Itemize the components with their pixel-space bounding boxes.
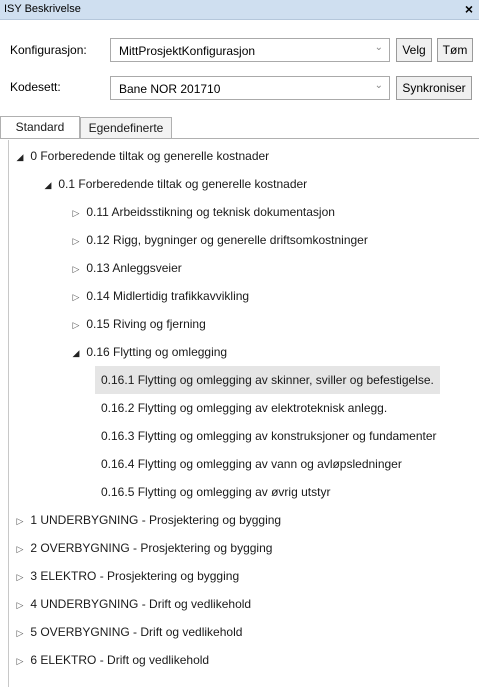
- tree-item-label: 0.14 Midlertidig trafikkavvikling: [86, 289, 250, 303]
- konfig-value: MittProsjektKonfigurasjon: [119, 44, 256, 58]
- tree-item[interactable]: 0.16.1 Flytting og omlegging av skinner,…: [95, 366, 440, 394]
- tree-item-label: 0.13 Anleggsveier: [86, 261, 182, 275]
- konfig-combo[interactable]: MittProsjektKonfigurasjon ⌄: [110, 38, 390, 62]
- expanded-arrow-icon[interactable]: ◢: [13, 143, 27, 171]
- tab-egendefinerte[interactable]: Egendefinerte: [80, 117, 172, 139]
- collapsed-arrow-icon[interactable]: ▷: [69, 227, 83, 255]
- tree-item-label: 2 OVERBYGNING - Prosjektering og bygging: [30, 541, 273, 555]
- chevron-down-icon: ⌄: [374, 42, 383, 53]
- tree-item[interactable]: ◢ 0.1 Forberedende tiltak og generelle k…: [41, 170, 308, 199]
- title-bar: ISY Beskrivelse ×: [0, 0, 479, 20]
- window-title: ISY Beskrivelse: [4, 3, 81, 15]
- tree-item-label: 5 OVERBYGNING - Drift og vedlikehold: [30, 625, 243, 639]
- tree-item-label: 3 ELEKTRO - Prosjektering og bygging: [30, 569, 240, 583]
- tree-item-label: 0.12 Rigg, bygninger og generelle drifts…: [86, 233, 368, 247]
- collapsed-arrow-icon[interactable]: ▷: [13, 647, 27, 675]
- tree-item[interactable]: ▷ 1 UNDERBYGNING - Prosjektering og bygg…: [13, 506, 282, 535]
- collapsed-arrow-icon[interactable]: ▷: [13, 591, 27, 619]
- synkroniser-button[interactable]: Synkroniser: [396, 76, 472, 100]
- tree-item[interactable]: ▷ 5 OVERBYGNING - Drift og vedlikehold: [13, 618, 243, 647]
- tab-divider: [0, 138, 479, 139]
- collapsed-arrow-icon[interactable]: ▷: [13, 619, 27, 647]
- tree-item-label: 4 UNDERBYGNING - Drift og vedlikehold: [30, 597, 252, 611]
- collapsed-arrow-icon[interactable]: ▷: [69, 199, 83, 227]
- tree-item-label: 0.1 Forberedende tiltak og generelle kos…: [58, 177, 308, 191]
- tom-button[interactable]: Tøm: [437, 38, 473, 62]
- kodesett-value: Bane NOR 201710: [119, 82, 221, 96]
- tree-item-label: 1 UNDERBYGNING - Prosjektering og byggin…: [30, 513, 282, 527]
- tree-item[interactable]: ▷ 0.12 Rigg, bygninger og generelle drif…: [69, 226, 368, 254]
- tree-item-label: 0.16 Flytting og omlegging: [86, 345, 228, 359]
- tree-item[interactable]: ▷ 0.15 Riving og fjerning: [69, 310, 206, 338]
- close-icon[interactable]: ×: [465, 1, 473, 17]
- konfig-label: Konfigurasjon:: [10, 43, 87, 57]
- tree-item[interactable]: 0.16.5 Flytting og omlegging av øvrig ut…: [101, 478, 330, 506]
- tree-item[interactable]: ▷ 3 ELEKTRO - Prosjektering og bygging: [13, 562, 240, 591]
- tree-item[interactable]: ▷ 0.11 Arbeidsstikning og teknisk dokume…: [69, 198, 335, 226]
- tree-item-label: 0.15 Riving og fjerning: [86, 317, 206, 331]
- expanded-arrow-icon[interactable]: ◢: [41, 171, 55, 199]
- kodesett-combo[interactable]: Bane NOR 201710 ⌄: [110, 76, 390, 100]
- tree-item-label: 0.16.5 Flytting og omlegging av øvrig ut…: [101, 485, 331, 499]
- tree-item-label: 0 Forberedende tiltak og generelle kostn…: [30, 149, 270, 163]
- collapsed-arrow-icon[interactable]: ▷: [69, 255, 83, 283]
- tree-item[interactable]: ▷ 4 UNDERBYGNING - Drift og vedlikehold: [13, 590, 252, 619]
- tree-item[interactable]: 0.16.2 Flytting og omlegging av elektrot…: [101, 394, 387, 422]
- tree-item-label: 0.11 Arbeidsstikning og teknisk dokument…: [86, 205, 335, 219]
- tree-item[interactable]: ▷ 6 ELEKTRO - Drift og vedlikehold: [13, 646, 210, 675]
- velg-button[interactable]: Velg: [396, 38, 432, 62]
- kodesett-label: Kodesett:: [10, 80, 61, 94]
- collapsed-arrow-icon[interactable]: ▷: [13, 535, 27, 563]
- tree-item-label: 0.16.4 Flytting og omlegging av vann og …: [101, 457, 402, 471]
- tree-item-label: 0.16.3 Flytting og omlegging av konstruk…: [101, 429, 437, 443]
- tree-item[interactable]: ◢ 0 Forberedende tiltak og generelle kos…: [13, 142, 270, 171]
- expanded-arrow-icon[interactable]: ◢: [69, 339, 83, 367]
- tab-standard[interactable]: Standard: [0, 116, 80, 139]
- collapsed-arrow-icon[interactable]: ▷: [69, 311, 83, 339]
- collapsed-arrow-icon[interactable]: ▷: [13, 563, 27, 591]
- tree-item[interactable]: ▷ 0.14 Midlertidig trafikkavvikling: [69, 282, 250, 311]
- tree-item[interactable]: ▷ 2 OVERBYGNING - Prosjektering og byggi…: [13, 534, 273, 563]
- tree-item-label: 0.16.2 Flytting og omlegging av elektrot…: [101, 401, 388, 415]
- collapsed-arrow-icon[interactable]: ▷: [69, 283, 83, 311]
- tree-item-label: 0.16.1 Flytting og omlegging av skinner,…: [101, 373, 434, 387]
- tree-item[interactable]: 0.16.4 Flytting og omlegging av vann og …: [101, 450, 402, 478]
- chevron-down-icon: ⌄: [374, 80, 383, 91]
- tree-view[interactable]: ◢ 0 Forberedende tiltak og generelle kos…: [8, 140, 479, 687]
- tree-item[interactable]: ▷ 0.13 Anleggsveier: [69, 254, 182, 282]
- tree-item[interactable]: 0.16.3 Flytting og omlegging av konstruk…: [101, 422, 437, 450]
- tree-item[interactable]: ◢ 0.16 Flytting og omlegging: [69, 338, 228, 367]
- tree-item-label: 6 ELEKTRO - Drift og vedlikehold: [30, 653, 210, 667]
- collapsed-arrow-icon[interactable]: ▷: [13, 507, 27, 535]
